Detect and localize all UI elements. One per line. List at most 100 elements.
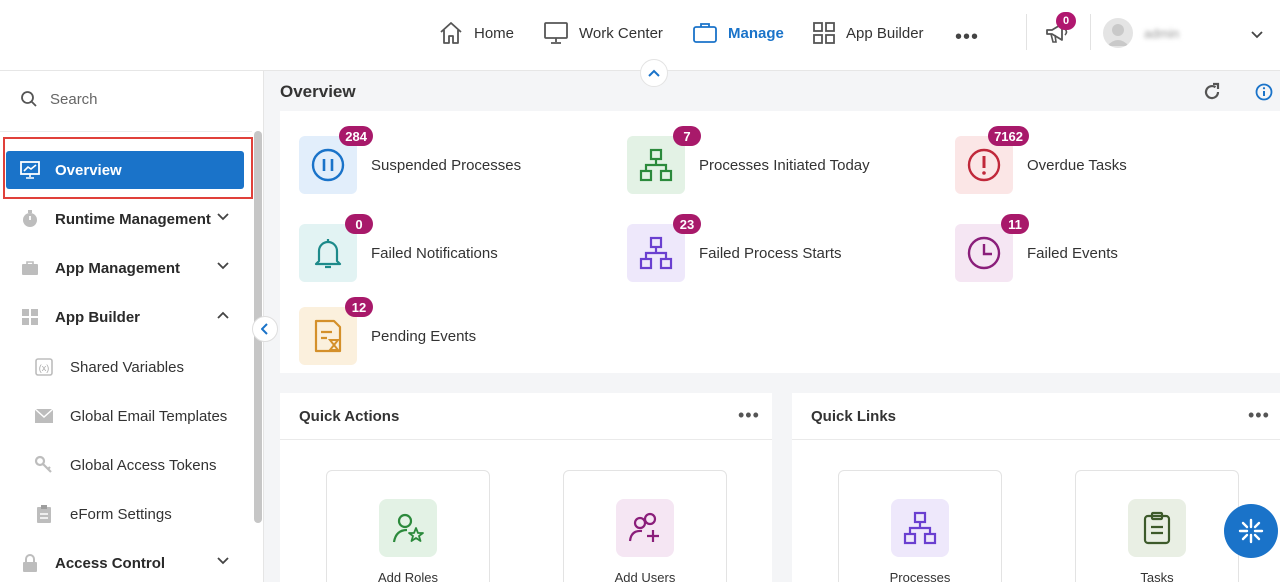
- nav-app-builder[interactable]: App Builder: [812, 18, 924, 48]
- sidebar-subitem-label: eForm Settings: [70, 505, 172, 523]
- stat-pending-events[interactable]: 12 Pending Events: [299, 297, 476, 365]
- chevron-up-icon: [217, 311, 229, 319]
- panel-title: Quick Actions: [299, 408, 400, 425]
- home-icon: [440, 22, 462, 44]
- stat-label: Processes Initiated Today: [699, 156, 870, 174]
- top-navigation-bar: Home Work Center Manage App Builder ••• …: [0, 0, 1280, 71]
- quick-actions-panel: Quick Actions ••• Add Roles Add Users: [280, 393, 772, 582]
- collapse-header-button[interactable]: [640, 59, 668, 87]
- bell-icon: [314, 239, 342, 269]
- divider: [280, 439, 772, 440]
- stat-tile: 11: [955, 214, 1029, 282]
- stat-suspended-processes[interactable]: 284 Suspended Processes: [299, 126, 522, 194]
- stat-failed-notifications[interactable]: 0 Failed Notifications: [299, 214, 498, 282]
- page-title: Overview: [280, 82, 356, 101]
- search-placeholder: Search: [50, 90, 98, 108]
- stat-label: Failed Process Starts: [699, 244, 842, 262]
- sidebar-subitem-label: Global Access Tokens: [70, 456, 217, 474]
- sidebar-item-app-builder[interactable]: App Builder: [6, 298, 244, 336]
- username[interactable]: admin: [1144, 26, 1179, 41]
- divider: [1090, 14, 1091, 50]
- user-avatar-icon: [1107, 24, 1129, 46]
- quick-action-add-users[interactable]: Add Users: [563, 470, 727, 582]
- sidebar-subitem-global-access-tokens[interactable]: Global Access Tokens: [34, 450, 216, 480]
- monitor-icon: [544, 22, 568, 44]
- selection-highlight: [3, 137, 253, 199]
- stat-processes-initiated-today[interactable]: 7 Processes Initiated Today: [627, 126, 870, 194]
- avatar[interactable]: [1103, 18, 1133, 48]
- grid-icon: [813, 22, 835, 44]
- clipboard-list-icon: [1143, 511, 1171, 545]
- stat-failed-process-starts[interactable]: 23 Failed Process Starts: [627, 214, 842, 282]
- stat-tile: 0: [299, 214, 373, 282]
- stat-tile: 12: [299, 297, 373, 365]
- stat-overdue-tasks[interactable]: 7162 Overdue Tasks: [955, 126, 1127, 194]
- count-badge: 284: [339, 126, 373, 146]
- count-badge: 12: [345, 297, 373, 317]
- info-icon: [1255, 83, 1273, 101]
- sidebar-item-label: Runtime Management: [55, 210, 211, 228]
- quick-tile: [379, 499, 437, 557]
- sidebar-item-label: App Management: [55, 259, 181, 277]
- assistant-icon: [1238, 518, 1264, 544]
- quick-links-panel: Quick Links ••• Processes Tasks: [792, 393, 1280, 582]
- chevron-down-icon[interactable]: [1250, 27, 1264, 45]
- chevron-up-icon: [648, 69, 660, 77]
- sidebar-subitem-label: Global Email Templates: [70, 407, 228, 425]
- nav-work-center-label: Work Center: [579, 24, 663, 42]
- lock-icon: [20, 553, 40, 573]
- refresh-button[interactable]: [1202, 82, 1222, 107]
- count-badge: 23: [673, 214, 701, 234]
- stat-tile: 23: [627, 214, 701, 282]
- sidebar-subitem-eform-settings[interactable]: eForm Settings: [34, 499, 172, 529]
- users-add-icon: [628, 512, 659, 542]
- quick-action-add-roles[interactable]: Add Roles: [326, 470, 490, 582]
- chevron-left-icon: [261, 323, 268, 335]
- collapse-sidebar-button[interactable]: [252, 316, 278, 342]
- stat-tile: 7162: [955, 126, 1029, 194]
- quick-link-tasks[interactable]: Tasks: [1075, 470, 1239, 582]
- pause-icon: [311, 148, 345, 182]
- stat-label: Failed Events: [1027, 244, 1118, 262]
- document-hourglass-icon: [314, 319, 342, 353]
- nav-home[interactable]: Home: [438, 18, 514, 48]
- svg-text:(x): (x): [39, 363, 50, 373]
- quick-tile: [891, 499, 949, 557]
- quick-link-label: Tasks: [1140, 570, 1174, 582]
- sidebar-subitem-global-email-templates[interactable]: Global Email Templates: [34, 401, 227, 431]
- nav-manage[interactable]: Manage: [692, 18, 784, 48]
- quick-action-label: Add Roles: [378, 570, 438, 582]
- stat-label: Overdue Tasks: [1027, 156, 1127, 174]
- chevron-down-icon: [217, 262, 229, 270]
- stat-label: Suspended Processes: [371, 156, 522, 174]
- keys-icon: [34, 455, 54, 475]
- divider: [1026, 14, 1027, 50]
- sidebar-item-runtime-management[interactable]: Runtime Management: [6, 200, 244, 238]
- stopwatch-icon: [20, 209, 40, 229]
- sidebar-item-access-control[interactable]: Access Control: [6, 544, 244, 582]
- panel-more-button[interactable]: •••: [1248, 405, 1270, 426]
- sidebar-item-app-management[interactable]: App Management: [6, 249, 244, 287]
- more-menu-button[interactable]: •••: [955, 22, 979, 52]
- divider: [792, 439, 1280, 440]
- quick-link-label: Processes: [889, 570, 951, 582]
- briefcase-icon: [20, 258, 40, 278]
- stat-failed-events[interactable]: 11 Failed Events: [955, 214, 1118, 282]
- quick-link-processes[interactable]: Processes: [838, 470, 1002, 582]
- process-tree-icon: [639, 148, 673, 182]
- nav-work-center[interactable]: Work Center: [543, 18, 663, 48]
- briefcase-icon: [693, 23, 717, 43]
- assistant-fab-button[interactable]: [1224, 504, 1278, 558]
- refresh-icon: [1204, 82, 1220, 100]
- grid-icon: [20, 307, 40, 327]
- count-badge: 7162: [988, 126, 1029, 146]
- quick-tile: [616, 499, 674, 557]
- chevron-down-icon: [217, 213, 229, 221]
- info-button[interactable]: [1255, 83, 1273, 106]
- count-badge: 0: [345, 214, 373, 234]
- sidebar-subitem-shared-variables[interactable]: (x) Shared Variables: [34, 352, 184, 382]
- sidebar-subitem-label: Shared Variables: [70, 358, 184, 376]
- envelope-icon: [34, 406, 54, 426]
- sidebar-search[interactable]: Search: [20, 90, 98, 108]
- panel-more-button[interactable]: •••: [738, 405, 760, 426]
